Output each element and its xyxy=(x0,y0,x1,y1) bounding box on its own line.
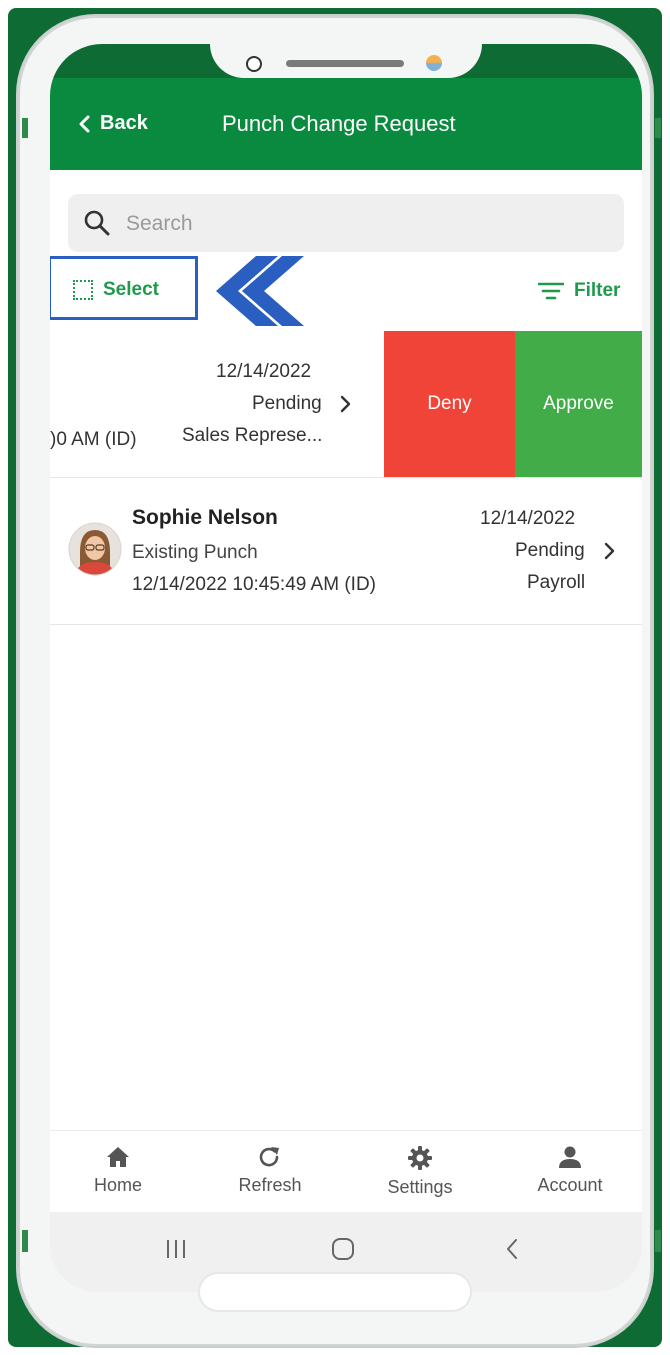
punch-type: Existing Punch xyxy=(132,542,258,563)
deny-button[interactable]: Deny xyxy=(384,331,515,477)
chevron-right-icon xyxy=(604,542,615,560)
speaker-icon xyxy=(286,60,404,67)
dotted-square-icon xyxy=(73,280,93,300)
nav-home[interactable]: Home xyxy=(58,1145,178,1196)
back-button[interactable]: Back xyxy=(78,112,148,135)
side-button-right xyxy=(655,118,661,138)
recents-icon[interactable] xyxy=(164,1236,188,1262)
status-area xyxy=(50,44,642,78)
request-date: 12/14/2022 xyxy=(480,508,576,529)
filter-label: Filter xyxy=(574,280,621,301)
approve-label: Approve xyxy=(543,393,614,414)
punch-timestamp: 12/14/2022 10:45:49 AM (ID) xyxy=(132,574,376,595)
request-status: Pending xyxy=(252,393,322,414)
refresh-icon xyxy=(259,1147,279,1167)
nav-account[interactable]: Account xyxy=(510,1145,630,1196)
page-title: Punch Change Request xyxy=(222,111,456,136)
employee-name: Sophie Nelson xyxy=(132,506,278,529)
filter-button[interactable]: Filter xyxy=(538,280,620,302)
person-icon xyxy=(559,1146,581,1168)
request-date: 12/14/2022 xyxy=(216,361,312,382)
nav-refresh[interactable]: Refresh xyxy=(210,1145,330,1196)
search-bar[interactable] xyxy=(68,194,624,252)
search-icon xyxy=(84,210,110,236)
nav-settings[interactable]: Settings xyxy=(360,1145,480,1198)
side-button-left-2 xyxy=(22,1230,28,1252)
search-input[interactable] xyxy=(124,206,608,242)
avatar xyxy=(68,522,122,576)
deny-label: Deny xyxy=(427,393,472,414)
nav-account-label: Account xyxy=(537,1175,603,1195)
list-item[interactable]: Sophie Nelson Existing Punch 12/14/2022 … xyxy=(50,478,642,625)
chevron-right-icon xyxy=(340,395,351,413)
request-status: Pending xyxy=(515,540,585,561)
punch-timestamp: )0 AM (ID) xyxy=(50,429,137,450)
approve-button[interactable]: Approve xyxy=(515,331,642,477)
select-button[interactable]: Select xyxy=(50,256,198,320)
home-indicator xyxy=(200,1274,470,1310)
sensor-icon xyxy=(426,55,442,71)
nav-refresh-label: Refresh xyxy=(238,1175,302,1195)
select-label: Select xyxy=(103,279,159,300)
department: Sales Represe... xyxy=(182,425,323,446)
home-icon xyxy=(107,1147,129,1167)
select-content: Select xyxy=(73,279,159,301)
back-label: Back xyxy=(100,112,148,134)
bottom-nav: Home Refresh Settings Account xyxy=(50,1130,642,1213)
side-button-left xyxy=(22,118,28,138)
filter-icon xyxy=(538,282,564,300)
phone-screen: Back Punch Change Request Select Filter … xyxy=(50,44,642,1292)
nav-settings-label: Settings xyxy=(387,1177,453,1197)
home-circle-icon[interactable] xyxy=(330,1236,356,1262)
side-button-right-2 xyxy=(655,1230,661,1252)
list-item-swiped[interactable]: )0 AM (ID) 12/14/2022 Pending Sales Repr… xyxy=(50,331,642,478)
department: Payroll xyxy=(527,572,586,593)
back-icon[interactable] xyxy=(504,1236,520,1262)
chevron-left-icon xyxy=(79,115,90,132)
camera-icon xyxy=(246,56,262,72)
nav-home-label: Home xyxy=(93,1175,142,1195)
gear-icon xyxy=(408,1146,432,1170)
double-chevron-left-icon xyxy=(216,256,304,326)
